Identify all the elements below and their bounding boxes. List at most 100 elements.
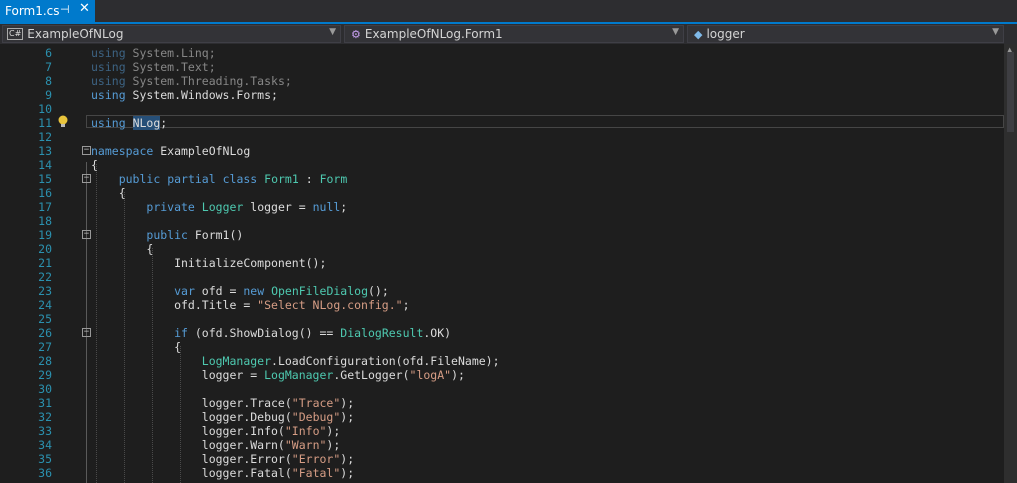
line-number: 31 (38, 396, 52, 410)
code-editor[interactable]: 6 using System.Linq; 7 using System.Text; 8 u… (0, 44, 1017, 483)
code-line[interactable]: 25 (0, 312, 1000, 326)
line-number: 19 (38, 228, 52, 242)
line-number: 18 (38, 214, 52, 228)
code-text: ofd.Title = "Select NLog.config."; (91, 298, 410, 312)
code-line[interactable]: 7 using System.Text; (0, 60, 1000, 74)
line-number: 13 (38, 144, 52, 158)
code-line[interactable]: 11 using NLog; (0, 116, 1000, 130)
line-number: 34 (38, 438, 52, 452)
collapse-icon[interactable]: − (82, 230, 91, 239)
code-line[interactable]: 22 (0, 270, 1000, 284)
line-number: 21 (38, 256, 52, 270)
document-tab-bar: Form1.cs ⊣ ✕ (0, 0, 1017, 24)
member-dropdown-value: logger (706, 27, 745, 41)
code-text: using System.Threading.Tasks; (91, 74, 292, 88)
tab-title: Form1.cs (5, 4, 60, 18)
code-text: LogManager.LoadConfiguration(ofd.FileNam… (201, 354, 500, 368)
code-text: using System.Windows.Forms; (91, 88, 278, 102)
code-text: public Form1() (146, 228, 244, 242)
code-text: private Logger logger = null; (146, 200, 348, 214)
code-line[interactable]: 29 logger = LogManager.GetLogger("logA")… (0, 368, 1000, 382)
code-text: var ofd = new OpenFileDialog(); (174, 284, 389, 298)
line-number: 8 (45, 74, 52, 88)
project-dropdown[interactable]: C# ExampleOfNLog ▼ (2, 25, 341, 43)
line-number: 33 (38, 424, 52, 438)
pin-icon[interactable]: ⊣ (60, 3, 70, 16)
code-text: logger.Fatal("Fatal"); (91, 466, 355, 480)
tab-form1-cs[interactable]: Form1.cs ⊣ ✕ (0, 0, 95, 22)
code-line[interactable]: 33 logger.Info("Info"); (0, 424, 1000, 438)
line-number: 11 (38, 116, 52, 130)
code-line[interactable]: 30 (0, 382, 1000, 396)
code-line[interactable]: 23 var ofd = new OpenFileDialog(); (0, 284, 1000, 298)
code-line[interactable]: 34 logger.Warn("Warn"); (0, 438, 1000, 452)
collapse-icon[interactable]: − (82, 174, 91, 183)
collapse-icon[interactable]: − (82, 328, 91, 337)
line-number: 15 (38, 172, 52, 186)
line-number: 10 (38, 102, 52, 116)
code-line[interactable]: 8 using System.Threading.Tasks; (0, 74, 1000, 88)
code-line[interactable]: 12 (0, 130, 1000, 144)
scrollbar-thumb[interactable] (1007, 52, 1014, 132)
code-text: logger.Info("Info"); (91, 424, 341, 438)
line-number: 26 (38, 326, 52, 340)
code-text: if (ofd.ShowDialog() == DialogResult.OK) (174, 326, 452, 340)
code-text: { (91, 158, 98, 172)
line-number: 9 (45, 88, 52, 102)
code-text: using System.Linq; (91, 46, 216, 60)
vertical-scrollbar[interactable]: ▲ (1004, 44, 1017, 483)
code-line[interactable]: 21 InitializeComponent(); (0, 256, 1000, 270)
project-dropdown-value: ExampleOfNLog (27, 27, 124, 41)
code-text: InitializeComponent(); (91, 256, 327, 270)
code-line[interactable]: 32 logger.Debug("Debug"); (0, 410, 1000, 424)
line-number: 7 (45, 60, 52, 74)
code-line[interactable]: 35 logger.Error("Error"); (0, 452, 1000, 466)
line-number: 25 (38, 312, 52, 326)
code-line[interactable]: 13 namespace ExampleOfNLog (0, 144, 1000, 158)
code-text: logger = LogManager.GetLogger("logA"); (91, 368, 465, 382)
code-text: namespace ExampleOfNLog (91, 144, 251, 158)
code-line[interactable]: 31 logger.Trace("Trace"); (0, 396, 1000, 410)
code-text: logger.Warn("Warn"); (91, 438, 341, 452)
line-number: 14 (38, 158, 52, 172)
line-number: 35 (38, 452, 52, 466)
code-line[interactable]: 14 { (0, 158, 1000, 172)
line-number: 28 (38, 354, 52, 368)
code-line[interactable]: 18 (0, 214, 1000, 228)
line-number: 36 (38, 466, 52, 480)
code-text: { (91, 186, 126, 200)
code-text: public partial class Form1 : Form (118, 172, 348, 186)
line-number: 24 (38, 298, 52, 312)
code-line[interactable]: 20 { (0, 242, 1000, 256)
close-icon[interactable]: ✕ (79, 1, 90, 16)
line-number: 22 (38, 270, 52, 284)
line-number: 17 (38, 200, 52, 214)
line-number: 6 (45, 46, 52, 60)
code-line[interactable]: 9 using System.Windows.Forms; (0, 88, 1000, 102)
chevron-down-icon: ▼ (992, 27, 999, 37)
navigation-bar: C# ExampleOfNLog ▼ ⚙ ExampleOfNLog.Form1… (0, 24, 1017, 44)
class-icon: ⚙ (351, 27, 361, 41)
code-line[interactable]: 28 LogManager.LoadConfiguration(ofd.File… (0, 354, 1000, 368)
code-line[interactable]: 27 { (0, 340, 1000, 354)
line-number: 23 (38, 284, 52, 298)
code-line[interactable]: 15 public partial class Form1 : Form (0, 172, 1000, 186)
field-icon: ◆ (694, 27, 703, 41)
code-text: { (91, 340, 182, 354)
line-number: 27 (38, 340, 52, 354)
collapse-icon[interactable]: − (82, 146, 91, 155)
type-dropdown[interactable]: ⚙ ExampleOfNLog.Form1 ▼ (344, 25, 684, 43)
code-line[interactable]: 26 if (ofd.ShowDialog() == DialogResult.… (0, 326, 1000, 340)
line-number: 32 (38, 410, 52, 424)
code-line[interactable]: 19 public Form1() (0, 228, 1000, 242)
code-line[interactable]: 6 using System.Linq; (0, 46, 1000, 60)
code-line[interactable]: 16 { (0, 186, 1000, 200)
code-line[interactable]: 36 logger.Fatal("Fatal"); (0, 466, 1000, 480)
member-dropdown[interactable]: ◆ logger ▼ (687, 25, 1004, 43)
code-line[interactable]: 24 ofd.Title = "Select NLog.config."; (0, 298, 1000, 312)
code-line[interactable]: 17 private Logger logger = null; (0, 200, 1000, 214)
chevron-down-icon: ▼ (329, 27, 336, 37)
line-number: 16 (38, 186, 52, 200)
chevron-down-icon: ▼ (672, 27, 679, 37)
code-line[interactable]: 10 (0, 102, 1000, 116)
